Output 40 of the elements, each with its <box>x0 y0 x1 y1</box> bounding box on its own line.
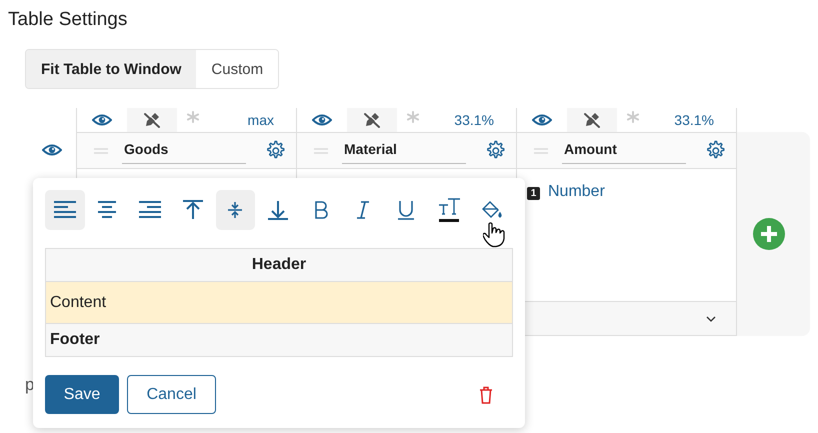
eye-icon[interactable] <box>92 113 112 127</box>
number-type-icon: 1 <box>527 187 540 200</box>
pencil-off-icon <box>583 111 601 129</box>
save-button[interactable]: Save <box>45 375 119 414</box>
align-right-icon <box>139 200 162 220</box>
settings-icon[interactable] <box>705 140 726 161</box>
field-type-label: Number <box>548 183 605 201</box>
add-icon[interactable] <box>752 218 784 250</box>
preview-row[interactable]: Footer <box>46 324 512 356</box>
eye-icon[interactable] <box>532 113 552 127</box>
column-width[interactable]: max <box>209 112 296 128</box>
column-width[interactable]: 33.1% <box>649 112 736 128</box>
fill-color-icon <box>480 200 502 220</box>
pin-toggle[interactable] <box>127 108 177 132</box>
pin-toggle[interactable] <box>567 108 617 132</box>
tab[interactable]: Fit Table to Window <box>26 50 196 88</box>
pin-toggle[interactable] <box>347 108 397 132</box>
pencil-off-icon <box>143 111 161 129</box>
text-color-icon <box>438 197 460 223</box>
hand-cursor-icon <box>483 222 505 248</box>
valign-bottom-icon <box>267 200 290 220</box>
settings-icon[interactable] <box>265 140 286 161</box>
eye-icon[interactable] <box>42 143 62 157</box>
column-width[interactable]: 33.1% <box>429 112 516 128</box>
align-left-icon <box>54 200 76 220</box>
settings-icon[interactable] <box>485 140 506 161</box>
format-tool-button[interactable] <box>216 190 256 230</box>
preview-row[interactable]: Header <box>46 249 512 282</box>
cancel-button[interactable]: Cancel <box>127 375 216 414</box>
drag-handle-icon[interactable] <box>314 148 328 154</box>
valign-top-icon <box>182 200 204 220</box>
delete-icon[interactable] <box>479 386 493 404</box>
preview-row[interactable]: Content <box>46 282 512 324</box>
chevron-down-icon[interactable] <box>706 316 716 322</box>
drag-handle-icon[interactable] <box>94 148 108 154</box>
drag-handle-icon[interactable] <box>534 148 548 154</box>
pencil-off-icon <box>363 111 381 129</box>
eye-icon[interactable] <box>312 113 332 127</box>
align-center-icon <box>96 200 118 220</box>
page-title: Table Settings <box>8 8 128 32</box>
